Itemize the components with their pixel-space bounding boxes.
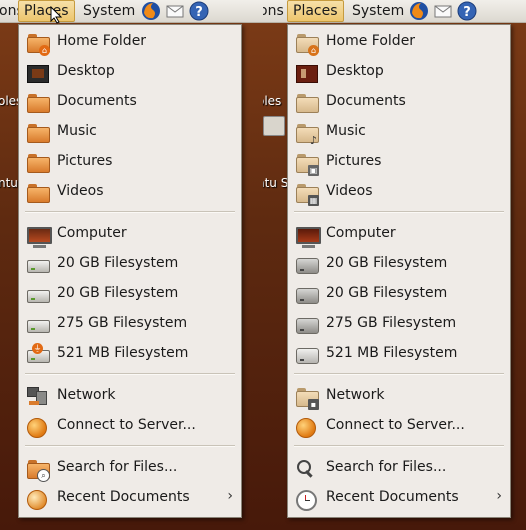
menu-item-desktop[interactable]: Desktop xyxy=(288,57,510,87)
videos-folder-icon: ▦ xyxy=(296,184,319,206)
desktop-icon xyxy=(296,63,318,83)
connect-server-icon xyxy=(296,417,318,438)
menu-item-filesystem[interactable]: ⏚ 521 MB Filesystem xyxy=(19,339,241,369)
menu-item-desktop[interactable]: Desktop xyxy=(19,57,241,87)
menu-item-filesystem[interactable]: 20 GB Filesystem xyxy=(19,249,241,279)
search-folder-icon: ⌕ xyxy=(27,460,50,482)
menu-item-search-for-files[interactable]: Search for Files... xyxy=(288,453,510,483)
menu-item-recent-documents[interactable]: Recent Documents › xyxy=(19,483,241,513)
menu-separator xyxy=(25,445,235,447)
mouse-cursor-icon xyxy=(50,6,63,24)
music-folder-icon xyxy=(27,124,50,144)
menu-item-videos[interactable]: Videos xyxy=(19,177,241,207)
pictures-folder-icon xyxy=(27,154,50,174)
documents-folder-icon xyxy=(296,94,319,114)
right-screenshot: oles ntu S ons Places System ? ⌂ Home Fo… xyxy=(263,0,526,530)
hard-drive-icon xyxy=(27,315,50,335)
menu-item-search-for-files[interactable]: ⌕ Search for Files... xyxy=(19,453,241,483)
svg-text:?: ? xyxy=(195,5,203,20)
menu-item-home-folder[interactable]: ⌂ Home Folder xyxy=(288,27,510,57)
menu-separator xyxy=(25,373,235,375)
menu-item-filesystem[interactable]: 521 MB Filesystem xyxy=(288,339,510,369)
menu-item-filesystem[interactable]: 275 GB Filesystem xyxy=(19,309,241,339)
desktop-icon xyxy=(27,63,49,83)
computer-icon xyxy=(296,225,321,248)
menu-item-computer[interactable]: Computer xyxy=(288,219,510,249)
menu-item-music[interactable]: ♪ Music xyxy=(288,117,510,147)
recent-documents-icon xyxy=(27,489,49,510)
desktop-icon-label[interactable]: oles xyxy=(263,94,281,108)
hard-drive-icon xyxy=(27,255,50,275)
menu-separator xyxy=(294,445,504,447)
help-icon[interactable]: ? xyxy=(457,1,477,21)
menu-item-network[interactable]: Network xyxy=(19,381,241,411)
usb-drive-icon: ⏚ xyxy=(27,343,50,365)
firefox-icon[interactable] xyxy=(141,1,161,21)
menu-separator xyxy=(294,211,504,213)
menu-separator xyxy=(25,211,235,213)
network-icon: ▪ xyxy=(296,388,319,410)
places-dropdown: ⌂ Home Folder Desktop Documents Music Pi… xyxy=(18,24,242,518)
menu-item-music[interactable]: Music xyxy=(19,117,241,147)
firefox-icon[interactable] xyxy=(409,1,429,21)
left-screenshot: oles ntu S ons Places System ? ⌂ Home Fo… xyxy=(0,0,263,530)
menu-item-recent-documents[interactable]: Recent Documents › xyxy=(288,483,510,513)
search-icon xyxy=(296,459,318,479)
menu-item-pictures[interactable]: ▣ Pictures xyxy=(288,147,510,177)
svg-text:?: ? xyxy=(463,5,471,20)
system-menu[interactable]: System xyxy=(352,0,404,22)
menu-item-computer[interactable]: Computer xyxy=(19,219,241,249)
menu-item-filesystem[interactable]: 20 GB Filesystem xyxy=(288,249,510,279)
hard-drive-icon xyxy=(296,315,319,335)
submenu-arrow-icon: › xyxy=(496,488,502,504)
places-dropdown: ⌂ Home Folder Desktop Documents ♪ Music … xyxy=(287,24,511,518)
places-menu[interactable]: Places xyxy=(287,0,344,22)
mail-icon[interactable] xyxy=(433,1,453,21)
menu-item-documents[interactable]: Documents xyxy=(19,87,241,117)
computer-icon xyxy=(27,225,52,248)
menu-separator xyxy=(294,373,504,375)
menu-item-connect-to-server[interactable]: Connect to Server... xyxy=(288,411,510,441)
home-folder-icon: ⌂ xyxy=(27,34,50,56)
lock-icon[interactable] xyxy=(263,116,285,136)
documents-folder-icon xyxy=(27,94,50,114)
desktop-icon-label[interactable]: ntu S xyxy=(263,176,288,190)
pictures-folder-icon: ▣ xyxy=(296,154,319,176)
network-icon xyxy=(27,387,49,407)
places-menu[interactable]: Places xyxy=(18,0,75,22)
home-folder-icon: ⌂ xyxy=(296,34,319,56)
top-panel: ons Places System ? xyxy=(263,0,526,23)
connect-server-icon xyxy=(27,417,49,438)
hard-drive-icon xyxy=(296,255,319,275)
menu-item-documents[interactable]: Documents xyxy=(288,87,510,117)
help-icon[interactable]: ? xyxy=(189,1,209,21)
menu-item-network[interactable]: ▪ Network xyxy=(288,381,510,411)
usb-drive-icon xyxy=(296,345,319,365)
top-panel: ons Places System ? xyxy=(0,0,263,24)
videos-folder-icon xyxy=(27,184,50,204)
menu-item-home-folder[interactable]: ⌂ Home Folder xyxy=(19,27,241,57)
menu-item-filesystem[interactable]: 20 GB Filesystem xyxy=(19,279,241,309)
hard-drive-icon xyxy=(296,285,319,305)
menu-item-filesystem[interactable]: 275 GB Filesystem xyxy=(288,309,510,339)
menu-item-filesystem[interactable]: 20 GB Filesystem xyxy=(288,279,510,309)
mail-icon[interactable] xyxy=(165,1,185,21)
music-folder-icon: ♪ xyxy=(296,124,319,146)
applications-menu[interactable]: ons xyxy=(263,0,284,22)
submenu-arrow-icon: › xyxy=(227,488,233,504)
clock-icon xyxy=(296,489,318,511)
menu-item-connect-to-server[interactable]: Connect to Server... xyxy=(19,411,241,441)
menu-item-pictures[interactable]: Pictures xyxy=(19,147,241,177)
hard-drive-icon xyxy=(27,285,50,305)
menu-item-videos[interactable]: ▦ Videos xyxy=(288,177,510,207)
system-menu[interactable]: System xyxy=(83,0,135,22)
